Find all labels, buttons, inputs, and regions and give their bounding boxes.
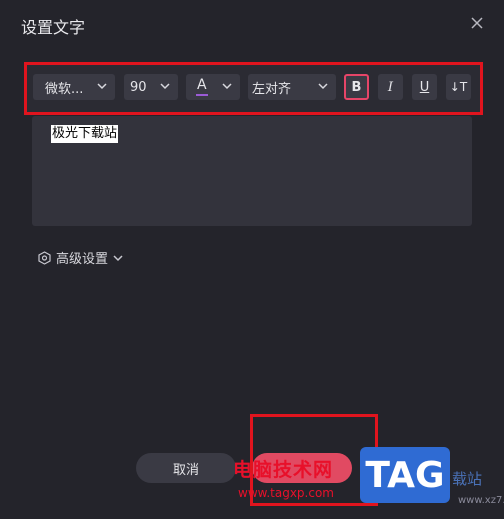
font-size-value: 90 — [130, 79, 147, 95]
chevron-down-icon — [160, 83, 170, 90]
close-icon[interactable] — [470, 16, 484, 30]
font-family-value: 微软... — [45, 81, 84, 97]
font-family-select[interactable]: 微软... — [33, 74, 115, 100]
underline-button[interactable]: U — [412, 74, 437, 100]
text-direction-button[interactable]: ↓T — [446, 74, 471, 100]
cancel-button[interactable]: 取消 — [136, 453, 236, 483]
dialog-title: 设置文字 — [21, 18, 86, 37]
chevron-down-icon — [113, 254, 123, 261]
selected-text: 极光下载站 — [51, 125, 119, 143]
text-align-select[interactable]: 左对齐 — [248, 74, 336, 100]
font-color-swatch — [196, 94, 208, 96]
watermark-logo: TAG — [360, 447, 450, 503]
hexagon-settings-icon — [38, 250, 51, 265]
watermark-side-url: www.xz7.com — [458, 495, 504, 506]
font-color-select[interactable]: A — [186, 74, 240, 100]
text-editor[interactable]: 极光下载站 — [32, 116, 472, 226]
chevron-down-icon — [222, 83, 232, 90]
chevron-down-icon — [318, 83, 328, 90]
bold-button[interactable]: B — [344, 74, 369, 100]
font-color-icon: A — [197, 77, 207, 93]
watermark-site-url: www.tagxp.com — [238, 486, 334, 500]
set-text-dialog: 设置文字 微软... 90 A 左对齐 B I U ↓T 极光下载站 高级设置 … — [0, 0, 504, 519]
chevron-down-icon — [97, 83, 107, 90]
advanced-settings-label: 高级设置 — [56, 252, 109, 267]
advanced-settings-toggle[interactable]: 高级设置 — [38, 248, 123, 267]
italic-button[interactable]: I — [378, 74, 403, 100]
text-align-value: 左对齐 — [252, 81, 292, 97]
watermark-side-text: 载站 — [452, 470, 483, 488]
font-size-select[interactable]: 90 — [124, 74, 178, 100]
watermark-site-name: 电脑技术网 — [233, 459, 334, 481]
